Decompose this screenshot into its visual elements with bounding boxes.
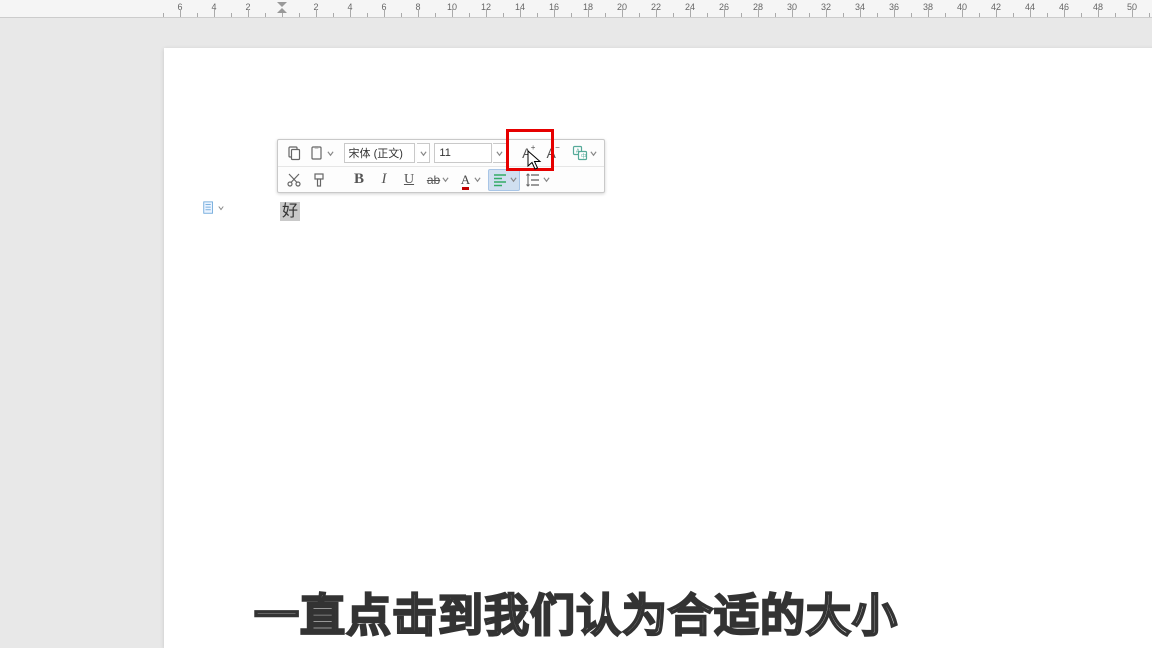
translate-button[interactable]: A中 [569,142,600,164]
align-left-icon [492,172,508,188]
copy-icon [286,145,302,161]
chevron-down-icon [590,150,597,157]
line-spacing-icon [525,172,541,188]
underline-button[interactable]: U [397,169,421,191]
scissors-icon [286,172,302,188]
chevron-down-icon [496,150,503,157]
copy-button[interactable] [282,142,305,164]
toolbar-row-2: B I U ab A [278,166,604,192]
underline-icon: U [404,172,414,188]
paste-icon [309,145,325,161]
cut-button[interactable] [282,169,306,191]
document-text[interactable]: 好 [280,197,309,221]
svg-text:中: 中 [581,152,587,160]
italic-button[interactable]: I [372,169,396,191]
page-icon [202,201,216,215]
font-name-input[interactable]: 宋体 (正文) [344,143,415,163]
font-color-icon: A [461,172,470,188]
strikethrough-icon: ab [427,173,440,187]
translate-icon: A中 [572,145,588,161]
line-spacing-button[interactable] [521,169,553,191]
chevron-down-icon [510,176,517,183]
bold-icon: B [354,171,364,188]
chevron-down-icon [442,176,449,183]
format-painter-button[interactable] [307,169,331,191]
increase-font-icon: A [522,145,531,161]
strikethrough-button[interactable]: ab [422,169,454,191]
chevron-down-icon [543,176,550,183]
svg-text:A: A [576,149,580,155]
paint-brush-icon [311,172,327,188]
align-button[interactable] [488,169,520,191]
increase-font-size-button[interactable]: A [515,142,538,164]
paste-button[interactable] [306,142,337,164]
font-name-dropdown[interactable] [417,143,431,163]
font-size-dropdown[interactable] [493,143,507,163]
font-size-input[interactable] [434,143,492,163]
chevron-down-icon [327,150,334,157]
decrease-font-icon: A [546,145,555,161]
horizontal-ruler: 6422468101214161820222426283032343638404… [0,0,1152,18]
bold-button[interactable]: B [347,169,371,191]
toolbar-row-1: 宋体 (正文) A A A中 [278,140,604,166]
decrease-font-size-button[interactable]: A [539,142,562,164]
chevron-down-icon [420,150,427,157]
selected-text: 好 [280,202,300,221]
document-page [164,48,1152,648]
italic-icon: I [382,171,387,188]
chevron-down-icon [218,205,224,211]
paragraph-handle[interactable] [202,200,226,216]
mini-toolbar: 宋体 (正文) A A A中 B I U ab A [277,139,605,193]
font-color-button[interactable]: A [455,169,487,191]
chevron-down-icon [474,176,481,183]
subtitle-caption: 一直点击到我们认为合适的大小 [254,579,898,644]
